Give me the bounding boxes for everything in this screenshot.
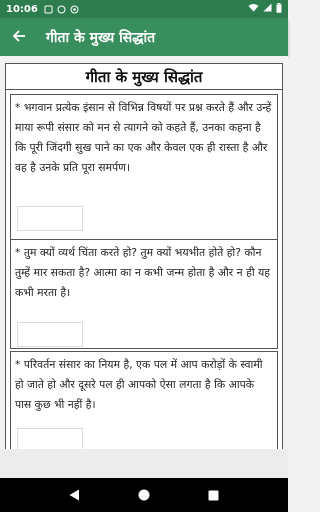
app-title: गीता के मुख्य सिद्धांत (46, 29, 156, 46)
notification-icon (57, 5, 66, 14)
notification-icons (44, 5, 79, 14)
principle-card: * तुम क्यों व्यर्थ चिंता करते हो? तुम क्… (10, 239, 278, 349)
status-time: 10:06 (6, 3, 38, 15)
battery-icon (276, 2, 282, 16)
back-triangle-icon (69, 486, 80, 505)
status-bar: 10:06 (0, 0, 288, 18)
arrow-back-icon (12, 28, 26, 47)
nav-recents-button[interactable] (196, 478, 230, 512)
status-right (248, 2, 282, 16)
notification-icon (70, 5, 79, 14)
bottom-area (0, 449, 288, 478)
back-button[interactable] (0, 18, 38, 56)
card-input-box[interactable] (17, 428, 83, 449)
wifi-icon (248, 3, 259, 15)
content-area[interactable]: गीता के मुख्य सिद्धांत * भगवान प्रत्येक … (0, 56, 288, 449)
page-heading: गीता के मुख्य सिद्धांत (6, 64, 282, 90)
signal-icon (263, 3, 272, 15)
recents-square-icon (208, 486, 219, 505)
card-input-box[interactable] (17, 322, 83, 347)
nav-home-button[interactable] (127, 478, 161, 512)
principle-text: * भगवान प्रत्येक इंसान से विभिन्न विषयों… (15, 101, 272, 174)
principle-text: * तुम क्यों व्यर्थ चिंता करते हो? तुम क्… (15, 246, 271, 299)
notification-icon (44, 5, 53, 14)
nav-back-button[interactable] (58, 478, 92, 512)
content-sheet: गीता के मुख्य सिद्धांत * भगवान प्रत्येक … (5, 63, 283, 449)
principle-card: * परिवर्तन संसार का नियम है, एक पल में आ… (10, 351, 278, 449)
system-nav-bar (0, 478, 288, 512)
principle-text: * परिवर्तन संसार का नियम है, एक पल में आ… (15, 358, 263, 411)
card-input-box[interactable] (17, 206, 83, 231)
home-circle-icon (138, 486, 150, 505)
principle-card: * भगवान प्रत्येक इंसान से विभिन्न विषयों… (10, 94, 278, 246)
app-bar: गीता के मुख्य सिद्धांत (0, 18, 288, 56)
